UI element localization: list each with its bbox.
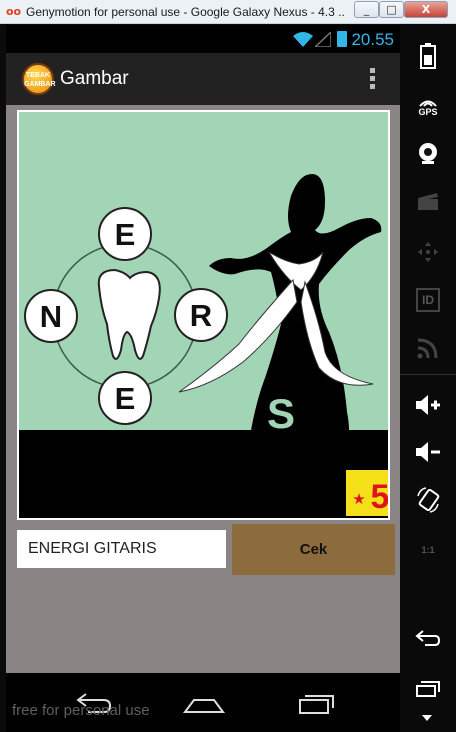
toolbar-divider — [400, 374, 456, 375]
pixel-perfect-icon[interactable]: 1:1 — [410, 533, 446, 567]
volume-down-icon[interactable] — [410, 435, 446, 469]
answer-input[interactable] — [17, 530, 226, 568]
cek-button[interactable]: Cek — [232, 524, 395, 575]
svg-text:★: ★ — [352, 490, 365, 508]
letter-circle-bottom: E — [98, 371, 152, 425]
signal-icon — [315, 32, 331, 47]
puzzle-illustration: E N R E S ★ 5 — [19, 174, 390, 518]
puzzle-image: E N R E S ★ 5 — [17, 110, 390, 520]
battery-icon[interactable] — [410, 39, 446, 73]
main-content: E N R E S ★ 5 ENERGI GITARIS Cek — [6, 105, 400, 673]
wifi-icon — [293, 32, 313, 47]
app-logo-icon[interactable]: TEBAK GAMBAR — [22, 63, 56, 95]
svg-text:S: S — [267, 390, 295, 437]
remote-control-icon[interactable] — [410, 235, 446, 269]
window-titlebar: oo Genymotion for personal use - Google … — [0, 0, 456, 24]
svg-text:N: N — [40, 299, 62, 334]
close-window-button[interactable]: X — [404, 1, 448, 18]
svg-text:E: E — [115, 381, 136, 416]
id-icon[interactable]: ID — [410, 283, 446, 317]
cast-icon[interactable] — [410, 331, 446, 365]
level-badge: ★ 5 — [346, 470, 390, 516]
window-title: Genymotion for personal use - Google Gal… — [26, 5, 346, 19]
home-nav-icon[interactable] — [182, 687, 226, 717]
status-clock: 20.55 — [351, 30, 394, 49]
back-icon[interactable] — [410, 621, 446, 655]
video-capture-icon[interactable] — [410, 185, 446, 219]
watermark-text: free for personal use — [12, 702, 150, 719]
recent-apps-icon[interactable] — [410, 671, 446, 705]
minimize-button[interactable]: _ — [354, 1, 379, 18]
maximize-button[interactable]: □ — [379, 1, 404, 18]
letter-circle-right: R — [174, 288, 228, 342]
gps-icon[interactable]: GPS — [410, 90, 446, 124]
svg-text:R: R — [190, 298, 212, 333]
genymotion-logo-icon: oo — [6, 5, 22, 18]
recent-apps-nav-icon[interactable] — [296, 687, 336, 717]
webcam-icon[interactable] — [410, 137, 446, 171]
rotate-icon[interactable] — [410, 483, 446, 517]
letter-circle-left: N — [24, 289, 78, 343]
puzzle-bottom-band — [19, 430, 388, 518]
battery-status-icon — [337, 31, 347, 47]
gps-label: GPS — [418, 107, 438, 117]
chevron-down-icon[interactable] — [422, 715, 432, 721]
page-title: Gambar — [60, 68, 129, 89]
status-bar: 20.55 — [6, 25, 400, 53]
genymotion-toolbar: GPS ID 1:1 — [400, 25, 456, 732]
tooth-icon — [97, 268, 161, 360]
volume-up-icon[interactable] — [410, 388, 446, 422]
svg-text:E: E — [115, 217, 136, 252]
svg-text:5: 5 — [371, 478, 390, 516]
action-bar: TEBAK GAMBAR Gambar — [6, 53, 400, 105]
letter-circle-top: E — [98, 207, 152, 261]
overflow-menu-icon[interactable] — [370, 68, 376, 90]
emulator-window: oo Genymotion for personal use - Google … — [0, 0, 456, 732]
